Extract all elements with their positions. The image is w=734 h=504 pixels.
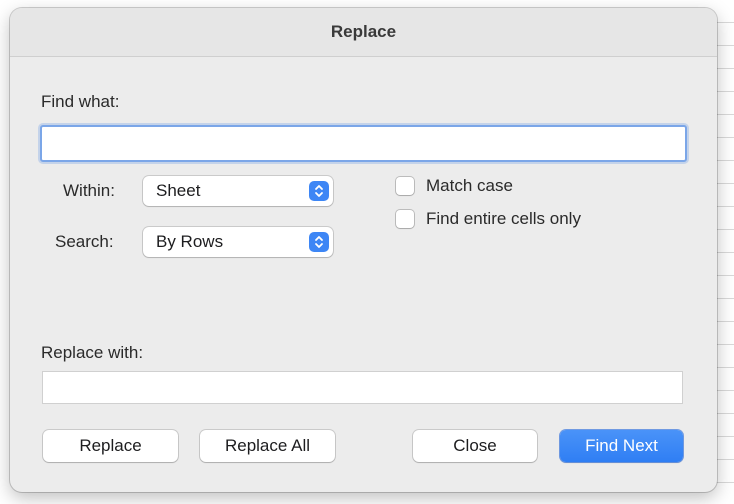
replace-with-input[interactable] <box>42 371 683 404</box>
search-select[interactable]: By Rows <box>143 227 333 257</box>
dialog-titlebar: Replace <box>10 8 717 57</box>
find-what-input[interactable] <box>40 125 687 162</box>
match-case-label: Match case <box>426 176 513 195</box>
find-next-button[interactable]: Find Next <box>560 430 683 462</box>
up-down-chevron-icon <box>309 181 329 201</box>
within-select[interactable]: Sheet <box>143 176 333 206</box>
up-down-chevron-icon <box>309 232 329 252</box>
replace-button[interactable]: Replace <box>43 430 178 462</box>
entire-cells-label: Find entire cells only <box>426 209 581 228</box>
match-case-checkbox[interactable] <box>396 177 414 195</box>
match-case-option[interactable]: Match case <box>396 176 513 196</box>
replace-with-label: Replace with: <box>41 343 144 362</box>
within-selected-value: Sheet <box>156 181 201 200</box>
within-label: Within: <box>63 181 115 200</box>
replace-all-button[interactable]: Replace All <box>200 430 335 462</box>
search-label: Search: <box>55 232 114 251</box>
entire-cells-checkbox[interactable] <box>396 210 414 228</box>
replace-dialog: Replace Find what: Within: Sheet Search:… <box>10 8 717 492</box>
close-button[interactable]: Close <box>413 430 537 462</box>
dialog-title: Replace <box>330 22 397 41</box>
entire-cells-option[interactable]: Find entire cells only <box>396 209 581 229</box>
search-selected-value: By Rows <box>156 232 224 251</box>
find-what-label: Find what: <box>41 92 120 111</box>
